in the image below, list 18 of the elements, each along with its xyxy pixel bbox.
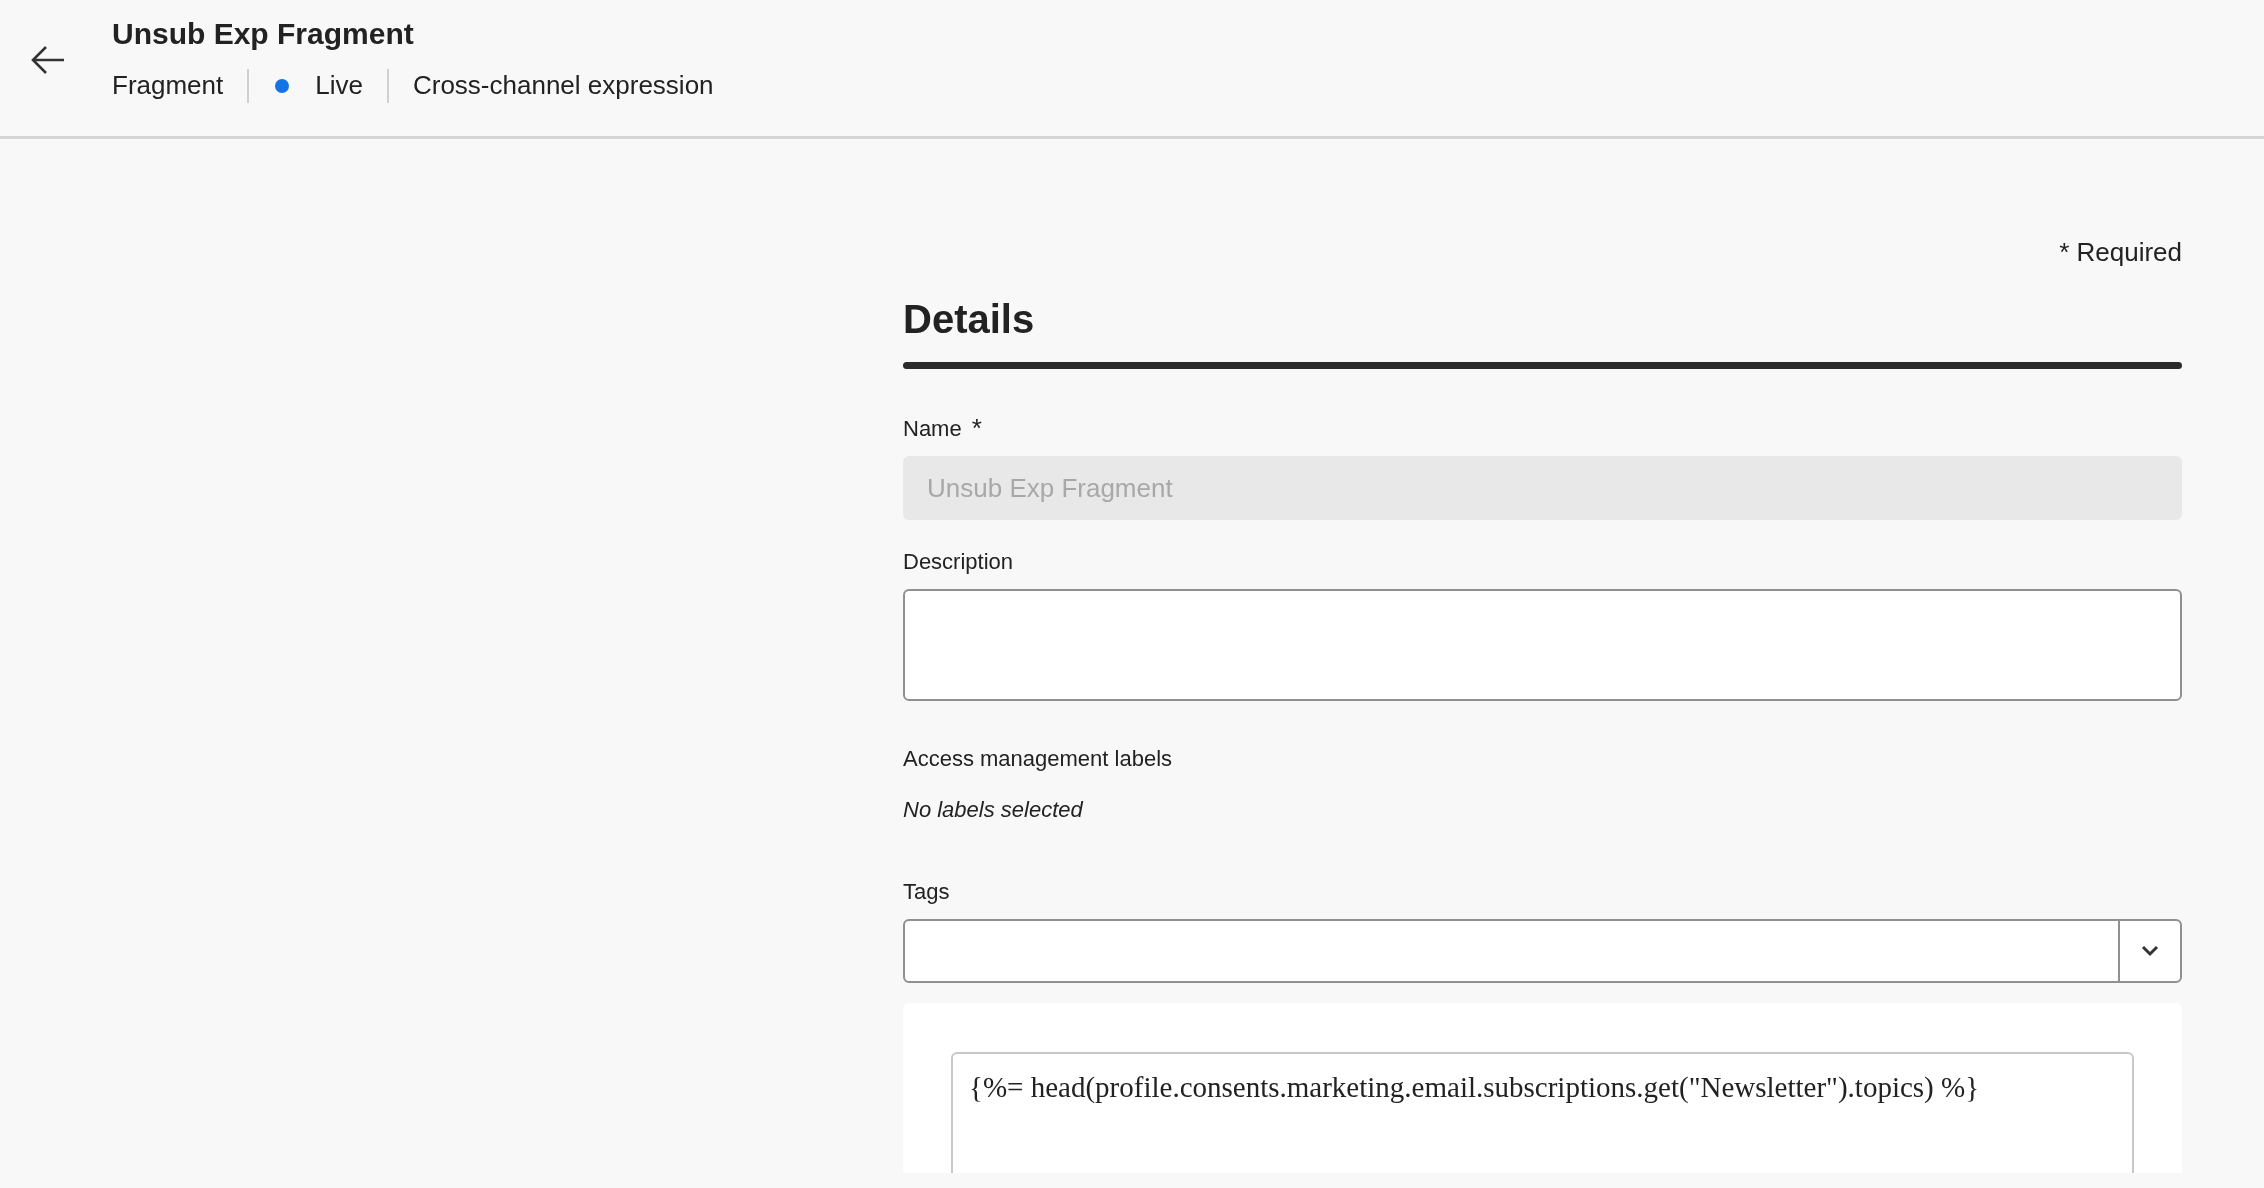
field-label: Access management labels: [903, 744, 1173, 773]
meta-label: Fragment: [112, 69, 224, 102]
code-editor[interactable]: {%= head(profile.consents.marketing.email.subscriptions.get("Newsletter").topics) %}: [951, 1052, 2134, 1173]
labels-note: No labels selected: [903, 796, 1085, 824]
required-mark: *: [971, 411, 982, 445]
section-title: Details: [903, 296, 1036, 343]
expression-code: {%= head(profile.consents.marketing.email.subscriptions.get("Newsletter").topics) %}: [969, 1070, 1981, 1105]
field-label: Description: [903, 547, 1014, 576]
required-note: * Required: [2059, 236, 2182, 269]
chevron-down-icon[interactable]: [2141, 945, 2159, 957]
description-field[interactable]: [903, 589, 2182, 701]
field-label: Name: [903, 414, 962, 443]
tags-field[interactable]: [903, 919, 2182, 983]
status-label: Live: [315, 69, 363, 102]
field-label: Tags: [903, 877, 950, 906]
meta-label: Cross-channel expression: [412, 69, 714, 102]
back-arrow-icon: [30, 45, 66, 75]
page-title: Unsub Exp Fragment: [112, 16, 415, 52]
